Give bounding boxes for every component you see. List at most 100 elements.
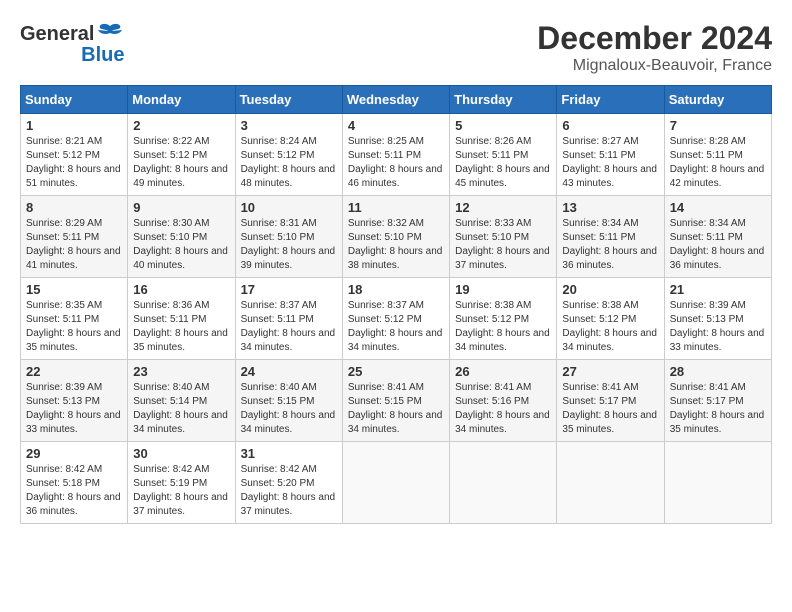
calendar-day-1: 1 Sunrise: 8:21 AMSunset: 5:12 PMDaylight… [21, 114, 128, 196]
day-info: Sunrise: 8:34 AMSunset: 5:11 PMDaylight:… [562, 218, 657, 271]
calendar-day-14: 14 Sunrise: 8:34 AMSunset: 5:11 PMDayligh… [664, 196, 771, 278]
empty-cell [557, 442, 664, 524]
day-info: Sunrise: 8:39 AMSunset: 5:13 PMDaylight:… [26, 382, 121, 435]
day-info: Sunrise: 8:28 AMSunset: 5:11 PMDaylight:… [670, 136, 765, 189]
day-number: 24 [241, 364, 337, 379]
calendar-day-30: 30Sunrise: 8:42 AMSunset: 5:19 PMDayligh… [128, 442, 235, 524]
day-number: 15 [26, 282, 122, 297]
calendar-day-27: 27 Sunrise: 8:41 AMSunset: 5:17 PMDayligh… [557, 360, 664, 442]
day-info: Sunrise: 8:29 AMSunset: 5:11 PMDaylight:… [26, 218, 121, 271]
day-number: 4 [348, 118, 444, 133]
calendar-day-2: 2 Sunrise: 8:22 AMSunset: 5:12 PMDaylight… [128, 114, 235, 196]
day-info: Sunrise: 8:22 AMSunset: 5:12 PMDaylight:… [133, 136, 228, 189]
calendar-day-16: 16 Sunrise: 8:36 AMSunset: 5:11 PMDayligh… [128, 278, 235, 360]
calendar-day-21: 21 Sunrise: 8:39 AMSunset: 5:13 PMDayligh… [664, 278, 771, 360]
calendar-table: SundayMondayTuesdayWednesdayThursdayFrid… [20, 85, 772, 524]
calendar-header-row: SundayMondayTuesdayWednesdayThursdayFrid… [21, 86, 772, 114]
day-number: 30 [133, 446, 229, 461]
day-number: 14 [670, 200, 766, 215]
day-info: Sunrise: 8:24 AMSunset: 5:12 PMDaylight:… [241, 136, 336, 189]
page-header: General Blue December 2024 Mignaloux-Bea… [20, 20, 772, 75]
day-info: Sunrise: 8:39 AMSunset: 5:13 PMDaylight:… [670, 300, 765, 353]
day-number: 1 [26, 118, 122, 133]
day-info: Sunrise: 8:40 AMSunset: 5:14 PMDaylight:… [133, 382, 228, 435]
day-number: 21 [670, 282, 766, 297]
col-header-thursday: Thursday [450, 86, 557, 114]
calendar-day-7: 7 Sunrise: 8:28 AMSunset: 5:11 PMDaylight… [664, 114, 771, 196]
day-info: Sunrise: 8:31 AMSunset: 5:10 PMDaylight:… [241, 218, 336, 271]
day-number: 25 [348, 364, 444, 379]
calendar-day-17: 17Sunrise: 8:37 AMSunset: 5:11 PMDayligh… [235, 278, 342, 360]
calendar-day-15: 15 Sunrise: 8:35 AMSunset: 5:11 PMDayligh… [21, 278, 128, 360]
day-info: Sunrise: 8:40 AMSunset: 5:15 PMDaylight:… [241, 382, 336, 435]
col-header-wednesday: Wednesday [342, 86, 449, 114]
day-info: Sunrise: 8:36 AMSunset: 5:11 PMDaylight:… [133, 300, 228, 353]
day-info: Sunrise: 8:41 AMSunset: 5:17 PMDaylight:… [670, 382, 765, 435]
day-info: Sunrise: 8:35 AMSunset: 5:11 PMDaylight:… [26, 300, 121, 353]
empty-cell [342, 442, 449, 524]
col-header-sunday: Sunday [21, 86, 128, 114]
day-number: 8 [26, 200, 122, 215]
day-number: 9 [133, 200, 229, 215]
calendar-day-22: 22 Sunrise: 8:39 AMSunset: 5:13 PMDayligh… [21, 360, 128, 442]
logo: General Blue [20, 20, 124, 67]
calendar-week-1: 1 Sunrise: 8:21 AMSunset: 5:12 PMDaylight… [21, 114, 772, 196]
logo-general: General [20, 23, 94, 46]
day-number: 16 [133, 282, 229, 297]
day-info: Sunrise: 8:30 AMSunset: 5:10 PMDaylight:… [133, 218, 228, 271]
logo-blue: Blue [81, 44, 124, 67]
calendar-day-13: 13Sunrise: 8:34 AMSunset: 5:11 PMDayligh… [557, 196, 664, 278]
day-info: Sunrise: 8:27 AMSunset: 5:11 PMDaylight:… [562, 136, 657, 189]
month-title: December 2024 [537, 20, 772, 57]
day-number: 31 [241, 446, 337, 461]
day-info: Sunrise: 8:41 AMSunset: 5:15 PMDaylight:… [348, 382, 443, 435]
calendar-day-9: 9 Sunrise: 8:30 AMSunset: 5:10 PMDaylight… [128, 196, 235, 278]
calendar-day-8: 8 Sunrise: 8:29 AMSunset: 5:11 PMDaylight… [21, 196, 128, 278]
day-info: Sunrise: 8:34 AMSunset: 5:11 PMDaylight:… [670, 218, 765, 271]
calendar-day-20: 20Sunrise: 8:38 AMSunset: 5:12 PMDayligh… [557, 278, 664, 360]
day-info: Sunrise: 8:26 AMSunset: 5:11 PMDaylight:… [455, 136, 550, 189]
day-number: 5 [455, 118, 551, 133]
day-number: 2 [133, 118, 229, 133]
day-number: 27 [562, 364, 658, 379]
day-number: 29 [26, 446, 122, 461]
col-header-tuesday: Tuesday [235, 86, 342, 114]
calendar-day-28: 28 Sunrise: 8:41 AMSunset: 5:17 PMDayligh… [664, 360, 771, 442]
day-number: 11 [348, 200, 444, 215]
day-number: 10 [241, 200, 337, 215]
location: Mignaloux-Beauvoir, France [537, 57, 772, 75]
day-info: Sunrise: 8:41 AMSunset: 5:17 PMDaylight:… [562, 382, 657, 435]
col-header-friday: Friday [557, 86, 664, 114]
day-number: 20 [562, 282, 658, 297]
day-number: 7 [670, 118, 766, 133]
title-section: December 2024 Mignaloux-Beauvoir, France [537, 20, 772, 75]
day-number: 26 [455, 364, 551, 379]
day-number: 19 [455, 282, 551, 297]
day-number: 18 [348, 282, 444, 297]
day-number: 12 [455, 200, 551, 215]
day-number: 28 [670, 364, 766, 379]
calendar-day-25: 25 Sunrise: 8:41 AMSunset: 5:15 PMDayligh… [342, 360, 449, 442]
col-header-saturday: Saturday [664, 86, 771, 114]
calendar-day-5: 5 Sunrise: 8:26 AMSunset: 5:11 PMDaylight… [450, 114, 557, 196]
day-info: Sunrise: 8:42 AMSunset: 5:18 PMDaylight:… [26, 464, 121, 517]
empty-cell [664, 442, 771, 524]
calendar-day-12: 12Sunrise: 8:33 AMSunset: 5:10 PMDayligh… [450, 196, 557, 278]
calendar-day-29: 29 Sunrise: 8:42 AMSunset: 5:18 PMDayligh… [21, 442, 128, 524]
day-info: Sunrise: 8:37 AMSunset: 5:12 PMDaylight:… [348, 300, 443, 353]
empty-cell [450, 442, 557, 524]
day-info: Sunrise: 8:38 AMSunset: 5:12 PMDaylight:… [455, 300, 550, 353]
day-info: Sunrise: 8:21 AMSunset: 5:12 PMDaylight:… [26, 136, 121, 189]
calendar-day-18: 18 Sunrise: 8:37 AMSunset: 5:12 PMDayligh… [342, 278, 449, 360]
col-header-monday: Monday [128, 86, 235, 114]
calendar-day-3: 3Sunrise: 8:24 AMSunset: 5:12 PMDaylight… [235, 114, 342, 196]
calendar-week-3: 15 Sunrise: 8:35 AMSunset: 5:11 PMDayligh… [21, 278, 772, 360]
calendar-day-10: 10 Sunrise: 8:31 AMSunset: 5:10 PMDayligh… [235, 196, 342, 278]
day-number: 17 [241, 282, 337, 297]
day-info: Sunrise: 8:42 AMSunset: 5:20 PMDaylight:… [241, 464, 336, 517]
day-number: 22 [26, 364, 122, 379]
calendar-day-31: 31 Sunrise: 8:42 AMSunset: 5:20 PMDayligh… [235, 442, 342, 524]
calendar-day-23: 23Sunrise: 8:40 AMSunset: 5:14 PMDayligh… [128, 360, 235, 442]
calendar-week-5: 29 Sunrise: 8:42 AMSunset: 5:18 PMDayligh… [21, 442, 772, 524]
calendar-week-4: 22 Sunrise: 8:39 AMSunset: 5:13 PMDayligh… [21, 360, 772, 442]
